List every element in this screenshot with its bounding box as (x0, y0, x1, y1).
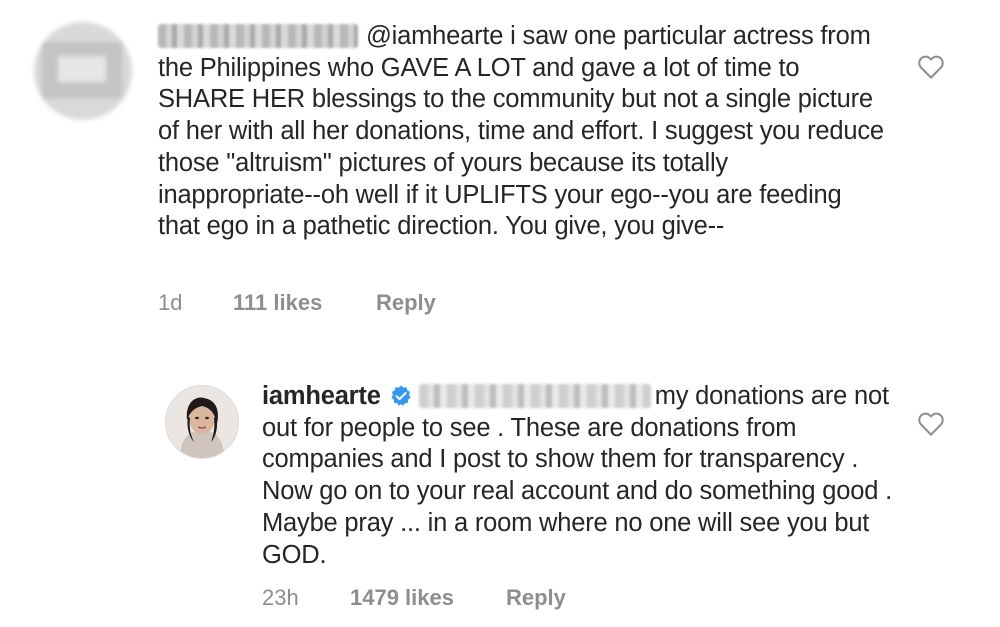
reply-button[interactable]: Reply (376, 290, 436, 316)
likes-count[interactable]: 1479 likes (350, 585, 454, 611)
comment: @iamhearte i saw one particular actress … (0, 0, 1000, 330)
reply-button[interactable]: Reply (506, 585, 566, 611)
verified-badge-icon (391, 385, 411, 406)
comment-time: 23h (262, 585, 299, 610)
heart-outline-icon[interactable] (916, 409, 946, 439)
username-link[interactable]: iamhearte (262, 382, 381, 410)
likes-count[interactable]: 111 likes (233, 290, 322, 316)
avatar[interactable] (165, 385, 239, 459)
comment-time: 1d (158, 290, 183, 315)
comment-text: i saw one particular actress from the Ph… (158, 22, 884, 241)
comment-body: @iamhearte i saw one particular actress … (158, 21, 888, 243)
avatar-blurred[interactable] (34, 22, 132, 120)
blurred-username[interactable] (158, 24, 358, 48)
mention-link[interactable]: @iamhearte (366, 22, 503, 50)
comment-body: iamhearte my donations are not out for p… (262, 381, 892, 571)
reply-comment: iamhearte my donations are not out for p… (0, 365, 1000, 627)
heart-outline-icon[interactable] (916, 52, 946, 82)
blurred-mention[interactable] (418, 384, 651, 408)
